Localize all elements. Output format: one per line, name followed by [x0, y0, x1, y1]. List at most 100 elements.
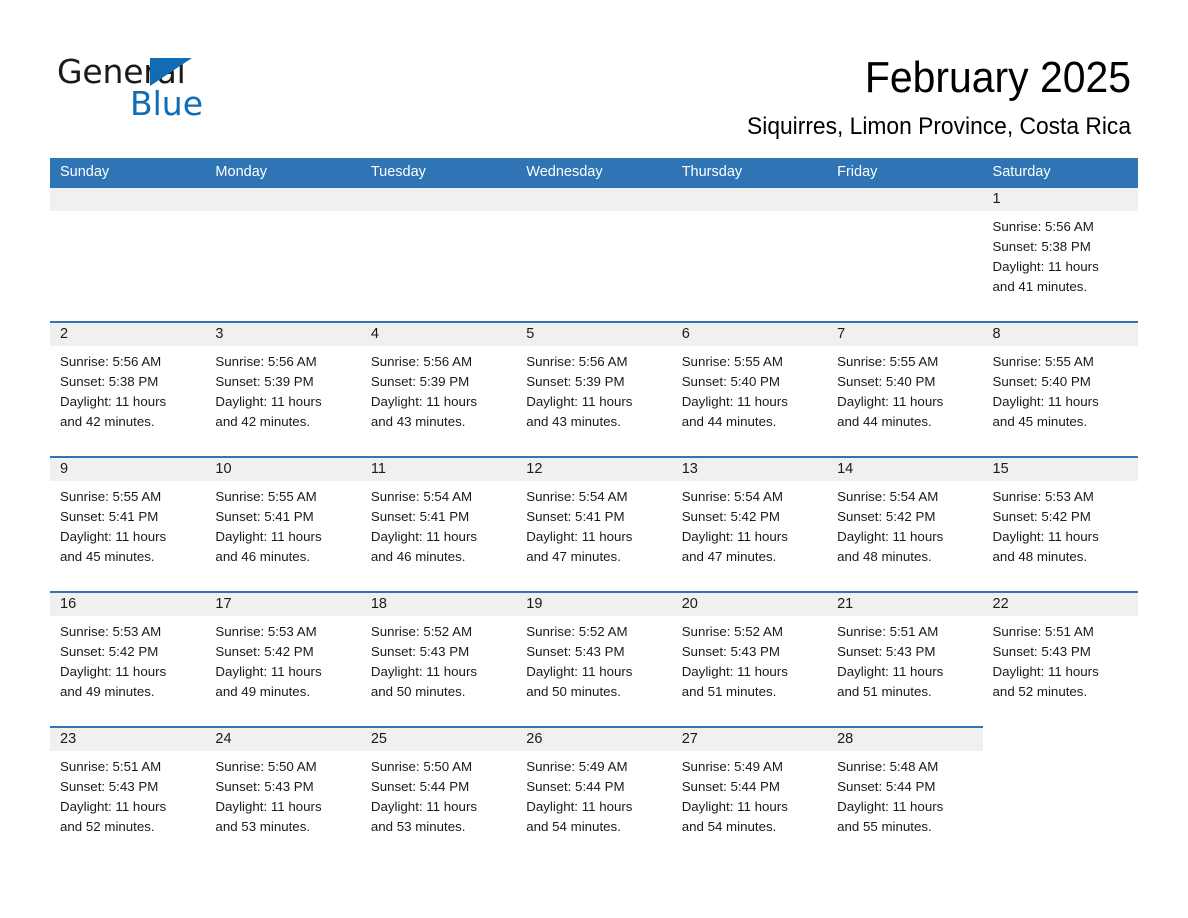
calendar-day-cell[interactable]: 27 Sunrise: 5:49 AM Sunset: 5:44 PM Dayligh… [671, 726, 828, 866]
day-details: Sunrise: 5:54 AM Sunset: 5:41 PM Daylight:… [516, 481, 671, 567]
sunrise-text: Sunrise: 5:55 AM [60, 489, 162, 504]
weekday-header-row: Sunday Monday Tuesday Wednesday Thursday Frid… [50, 158, 1138, 186]
daylight-text-line1: Daylight: 11 hours [60, 664, 167, 679]
day-number: 23 [60, 731, 77, 747]
day-details: Sunrise: 5:49 AM Sunset: 5:44 PM Daylight:… [516, 751, 671, 837]
sunset-text: Sunset: 5:38 PM [992, 239, 1091, 254]
sunrise-text: Sunrise: 5:52 AM [370, 624, 473, 639]
sunrise-text: Sunrise: 5:50 AM [370, 759, 473, 774]
daylight-text-line2: and 42 minutes. [215, 414, 311, 429]
day-number-band: 2 [50, 323, 206, 346]
daylight-text-line1: Daylight: 11 hours [526, 529, 633, 544]
calendar-day-cell[interactable]: 9 Sunrise: 5:55 AM Sunset: 5:41 PM Daylight… [50, 456, 206, 591]
daylight-text-line2: and 49 minutes. [215, 684, 311, 699]
logo-flag-icon [150, 58, 192, 86]
day-number-band: 11 [360, 458, 517, 481]
calendar-day-cell[interactable]: 5 Sunrise: 5:56 AM Sunset: 5:39 PM Daylight… [516, 321, 672, 456]
day-number-band: 13 [671, 458, 828, 481]
day-number-band: 27 [671, 728, 828, 751]
daylight-text-line2: and 46 minutes. [370, 549, 466, 564]
day-number-band: 6 [671, 323, 828, 346]
calendar-day-cell[interactable]: 15 Sunrise: 5:53 AM Sunset: 5:42 PM Dayligh… [982, 456, 1138, 591]
sunrise-text: Sunrise: 5:56 AM [370, 354, 473, 369]
sunrise-text: Sunrise: 5:55 AM [992, 354, 1094, 369]
calendar-day-cell[interactable]: 28 Sunrise: 5:48 AM Sunset: 5:44 PM Dayligh… [827, 726, 983, 866]
calendar-day-cell[interactable]: 19 Sunrise: 5:52 AM Sunset: 5:43 PM Dayligh… [516, 591, 672, 726]
calendar-day-cell[interactable]: 22 Sunrise: 5:51 AM Sunset: 5:43 PM Dayligh… [982, 591, 1138, 726]
calendar-day-cell[interactable]: 16 Sunrise: 5:53 AM Sunset: 5:42 PM Dayligh… [50, 591, 206, 726]
calendar-day-cell[interactable]: 3 Sunrise: 5:56 AM Sunset: 5:39 PM Daylight… [205, 321, 361, 456]
calendar-day-cell[interactable]: 13 Sunrise: 5:54 AM Sunset: 5:42 PM Dayligh… [671, 456, 828, 591]
sunset-text: Sunset: 5:39 PM [215, 374, 314, 389]
daylight-text-line1: Daylight: 11 hours [60, 394, 167, 409]
sunrise-text: Sunrise: 5:56 AM [992, 219, 1094, 234]
sunrise-text: Sunrise: 5:54 AM [526, 489, 628, 504]
calendar-day-cell-empty [205, 186, 361, 321]
calendar-week-row: 16 Sunrise: 5:53 AM Sunset: 5:42 PM Dayligh… [50, 591, 1138, 726]
calendar-day-cell[interactable]: 6 Sunrise: 5:55 AM Sunset: 5:40 PM Daylight… [671, 321, 828, 456]
sunrise-text: Sunrise: 5:53 AM [992, 489, 1094, 504]
calendar-day-cell[interactable]: 14 Sunrise: 5:54 AM Sunset: 5:42 PM Dayligh… [827, 456, 983, 591]
day-number-band: 14 [827, 458, 983, 481]
sunrise-text: Sunrise: 5:54 AM [370, 489, 473, 504]
calendar-day-cell[interactable]: 11 Sunrise: 5:54 AM Sunset: 5:41 PM Dayligh… [360, 456, 517, 591]
sunrise-text: Sunrise: 5:56 AM [215, 354, 317, 369]
daylight-text-line1: Daylight: 11 hours [681, 394, 788, 409]
calendar-day-cell[interactable]: 17 Sunrise: 5:53 AM Sunset: 5:42 PM Dayligh… [205, 591, 361, 726]
calendar-day-cell[interactable]: 7 Sunrise: 5:55 AM Sunset: 5:40 PM Daylight… [827, 321, 983, 456]
day-details: Sunrise: 5:51 AM Sunset: 5:43 PM Daylight:… [50, 751, 205, 837]
sunset-text: Sunset: 5:43 PM [526, 644, 625, 659]
sunrise-text: Sunrise: 5:55 AM [681, 354, 783, 369]
daylight-text-line2: and 47 minutes. [681, 549, 777, 564]
day-number: 13 [681, 461, 698, 477]
sunrise-text: Sunrise: 5:48 AM [837, 759, 939, 774]
day-number: 16 [60, 596, 77, 612]
calendar-day-cell[interactable]: 8 Sunrise: 5:55 AM Sunset: 5:40 PM Daylight… [982, 321, 1138, 456]
daylight-text-line1: Daylight: 11 hours [215, 394, 322, 409]
day-number-band: 18 [360, 593, 517, 616]
calendar-day-cell[interactable]: 1 Sunrise: 5:56 AM Sunset: 5:38 PM Daylight… [982, 186, 1138, 321]
day-number: 14 [837, 461, 854, 477]
day-number-band: 9 [50, 458, 206, 481]
daylight-text-line1: Daylight: 11 hours [370, 799, 478, 814]
calendar-day-cell-empty [516, 186, 672, 321]
calendar-day-cell[interactable]: 4 Sunrise: 5:56 AM Sunset: 5:39 PM Daylight… [360, 321, 517, 456]
day-number: 3 [215, 326, 224, 342]
day-number-band: 15 [982, 458, 1138, 481]
daylight-text-line2: and 50 minutes. [370, 684, 466, 699]
day-details: Sunrise: 5:53 AM Sunset: 5:42 PM Daylight:… [983, 481, 1138, 567]
day-number-band: 28 [827, 728, 983, 751]
daylight-text-line2: and 41 minutes. [992, 279, 1088, 294]
daylight-text-line2: and 53 minutes. [215, 819, 311, 834]
calendar-day-cell[interactable]: 23 Sunrise: 5:51 AM Sunset: 5:43 PM Dayligh… [50, 726, 206, 866]
day-number: 24 [215, 731, 232, 747]
calendar-day-cell[interactable]: 2 Sunrise: 5:56 AM Sunset: 5:38 PM Daylight… [50, 321, 206, 456]
sunset-text: Sunset: 5:43 PM [837, 644, 936, 659]
sunrise-text: Sunrise: 5:51 AM [992, 624, 1094, 639]
calendar-day-cell[interactable]: 25 Sunrise: 5:50 AM Sunset: 5:44 PM Dayligh… [360, 726, 517, 866]
calendar-day-cell-empty [50, 186, 206, 321]
calendar-day-cell[interactable]: 24 Sunrise: 5:50 AM Sunset: 5:43 PM Dayligh… [205, 726, 361, 866]
calendar-day-cell[interactable]: 21 Sunrise: 5:51 AM Sunset: 5:43 PM Dayligh… [827, 591, 983, 726]
generalblue-logo[interactable]: General Blue [57, 53, 317, 123]
daylight-text-line2: and 50 minutes. [526, 684, 621, 699]
day-details: Sunrise: 5:52 AM Sunset: 5:43 PM Daylight:… [672, 616, 827, 702]
sunset-text: Sunset: 5:42 PM [681, 509, 780, 524]
daylight-text-line2: and 44 minutes. [837, 414, 932, 429]
sunrise-text: Sunrise: 5:54 AM [681, 489, 783, 504]
daylight-text-line1: Daylight: 11 hours [215, 664, 322, 679]
sunset-text: Sunset: 5:42 PM [60, 644, 159, 659]
calendar-day-cell[interactable]: 10 Sunrise: 5:55 AM Sunset: 5:41 PM Dayligh… [205, 456, 361, 591]
day-number: 6 [681, 326, 690, 342]
day-number-band: 1 [982, 188, 1138, 211]
daylight-text-line2: and 52 minutes. [60, 819, 155, 834]
day-number-band [205, 188, 361, 211]
day-number: 8 [992, 326, 1001, 342]
day-details: Sunrise: 5:52 AM Sunset: 5:43 PM Daylight:… [516, 616, 671, 702]
calendar-day-cell[interactable]: 26 Sunrise: 5:49 AM Sunset: 5:44 PM Dayligh… [516, 726, 672, 866]
calendar-day-cell[interactable]: 12 Sunrise: 5:54 AM Sunset: 5:41 PM Dayligh… [516, 456, 672, 591]
calendar-day-cell[interactable]: 20 Sunrise: 5:52 AM Sunset: 5:43 PM Dayligh… [671, 591, 828, 726]
sunset-text: Sunset: 5:44 PM [370, 779, 470, 794]
sunset-text: Sunset: 5:42 PM [837, 509, 936, 524]
calendar-day-cell[interactable]: 18 Sunrise: 5:52 AM Sunset: 5:43 PM Dayligh… [360, 591, 517, 726]
